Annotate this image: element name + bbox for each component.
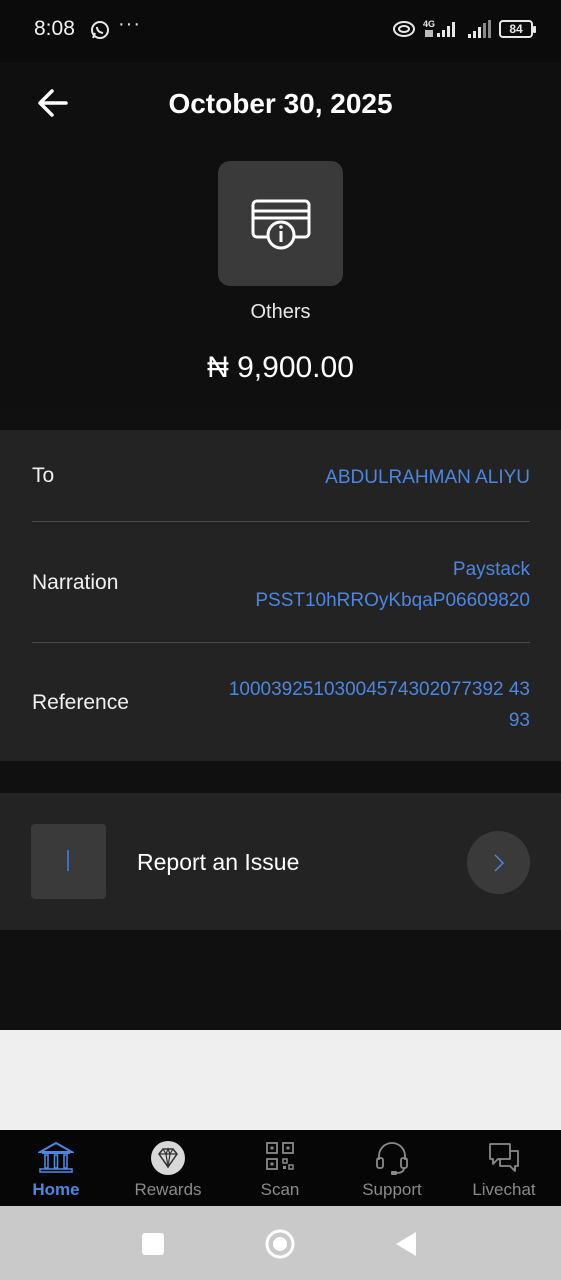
report-icon-mark: [67, 850, 69, 871]
transaction-details-card: To ABDULRAHMAN ALIYU Narration Paystack …: [0, 430, 561, 761]
nav-label-support: Support: [362, 1180, 422, 1199]
home-circle-icon[interactable]: [264, 1228, 296, 1260]
diamond-icon: [151, 1141, 185, 1175]
detail-row-narration: Narration Paystack PSST10hRROyKbqaP06609…: [32, 554, 530, 616]
nav-label-scan: Scan: [260, 1180, 300, 1199]
recipient-name: ABDULRAHMAN ALIYU: [325, 467, 530, 488]
chevron-right-icon: [493, 853, 504, 872]
detail-label-reference: Reference: [32, 691, 129, 714]
status-time: 8:08: [34, 17, 75, 40]
status-indicators: 4G 84: [392, 19, 536, 39]
detail-label-narration: Narration: [32, 571, 119, 594]
nav-support[interactable]: Support: [336, 1130, 448, 1206]
report-icon: [31, 824, 106, 899]
card-info-icon: [251, 199, 310, 249]
signal-icon: [468, 20, 491, 38]
nav-scan[interactable]: Scan: [224, 1130, 336, 1206]
reference-line-2: 93: [508, 710, 530, 731]
status-bar: 8:08 ··· 4G 84: [0, 0, 561, 62]
nav-home[interactable]: Home: [0, 1130, 112, 1206]
qr-code-icon: [266, 1142, 294, 1170]
battery-icon: 84: [499, 20, 536, 38]
nav-label-home: Home: [32, 1180, 80, 1199]
chat-icon: [489, 1143, 519, 1172]
report-issue-button[interactable]: [467, 831, 530, 894]
back-triangle-icon[interactable]: [394, 1231, 418, 1257]
transaction-amount: ₦ 9,900.00: [207, 351, 354, 384]
report-issue-row[interactable]: Report an Issue: [0, 793, 561, 930]
narration-value: Paystack PSST10hRROyKbqaP06609820: [255, 554, 530, 616]
content-spacer: [0, 1030, 561, 1130]
page-title: October 30, 2025: [168, 88, 393, 119]
detail-row-to: To ABDULRAHMAN ALIYU: [32, 462, 530, 494]
narration-line-2: PSST10hRROyKbqaP06609820: [255, 590, 530, 611]
svg-text:4G: 4G: [423, 19, 435, 29]
nav-livechat[interactable]: Livechat: [448, 1130, 560, 1206]
headset-icon: [376, 1142, 408, 1175]
category-icon-tile: [218, 161, 343, 286]
narration-line-1: Paystack: [452, 559, 530, 580]
divider: [32, 521, 530, 522]
android-navigation-bar: [0, 1206, 561, 1280]
nav-label-rewards: Rewards: [134, 1180, 202, 1199]
detail-row-reference: Reference 10003925103004574302077392 43 …: [32, 674, 530, 736]
nav-label-livechat: Livechat: [472, 1180, 536, 1199]
recent-apps-icon[interactable]: [141, 1232, 165, 1256]
more-notifications-icon: ···: [118, 13, 141, 35]
hotspot-icon: [393, 21, 415, 37]
report-issue-label: Report an Issue: [137, 849, 300, 875]
category-label: Others: [250, 301, 311, 323]
reference-value[interactable]: 10003925103004574302077392 43 93: [229, 674, 530, 736]
bottom-navigation: Home Rewards Scan Support Livechat: [0, 1130, 561, 1206]
divider: [32, 642, 530, 643]
whatsapp-icon: [91, 21, 109, 39]
reference-line-1: 10003925103004574302077392 43: [228, 679, 530, 700]
detail-label-to: To: [32, 464, 55, 487]
nav-rewards[interactable]: Rewards: [112, 1130, 224, 1206]
bank-icon: [38, 1141, 74, 1173]
signal-4g-icon: 4G: [423, 19, 455, 37]
